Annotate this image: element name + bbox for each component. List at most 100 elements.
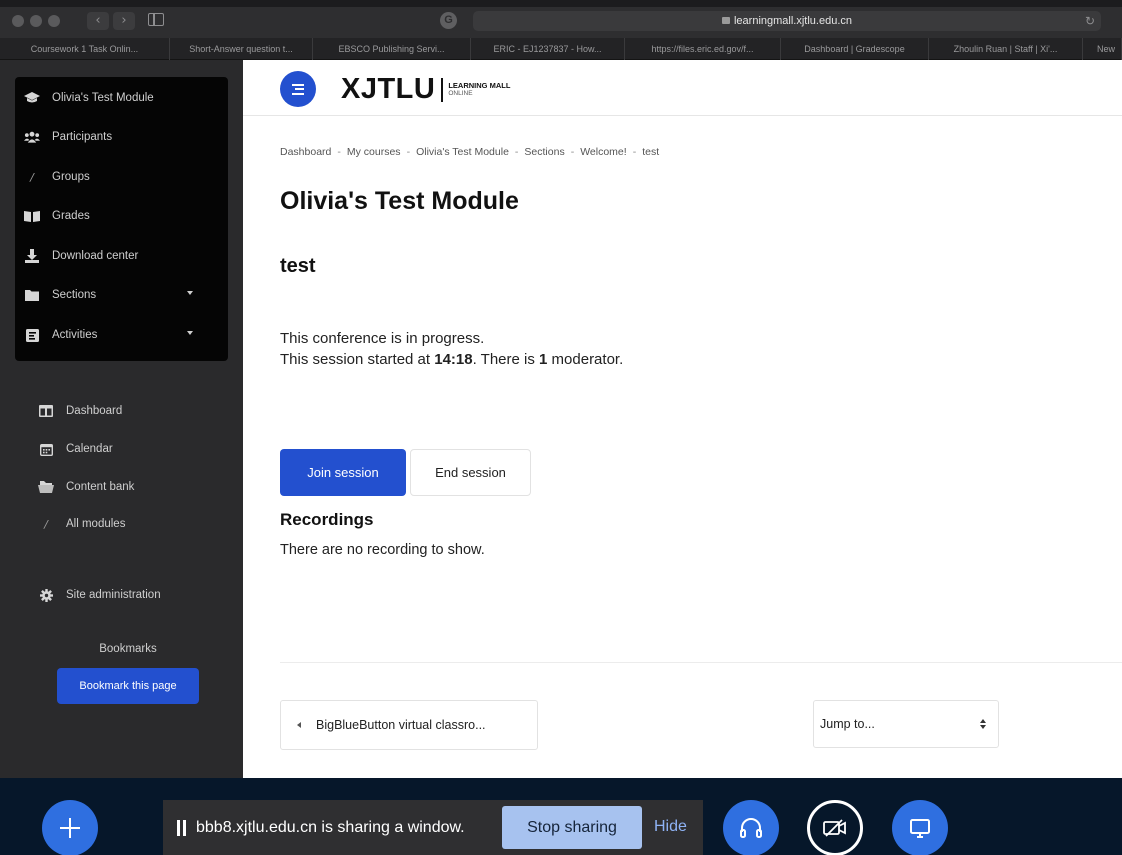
nav-item-course[interactable]: Olivia's Test Module — [24, 86, 154, 110]
grammarly-icon[interactable]: G — [440, 12, 457, 29]
chevron-down-icon — [187, 331, 193, 335]
address-bar[interactable]: learningmall.xjtlu.edu.cn ↻ — [473, 11, 1101, 31]
session-start-time: 14:18 — [434, 351, 473, 368]
activities-icon — [24, 327, 40, 343]
breadcrumb-item-welcome[interactable]: Welcome! — [580, 146, 627, 158]
page-title: Olivia's Test Module — [280, 187, 519, 215]
browser-tab[interactable]: Short-Answer question t... — [170, 38, 313, 60]
stop-sharing-button[interactable]: Stop sharing — [502, 806, 642, 849]
nav-item-all-modules[interactable]: / All modules — [38, 512, 125, 536]
bookmarks-heading: Bookmarks — [99, 643, 157, 655]
camera-off-icon — [823, 819, 846, 837]
sidebar-toggle-icon[interactable] — [148, 13, 164, 26]
breadcrumb-item-my-courses[interactable]: My courses — [347, 146, 401, 158]
webcam-toggle-button[interactable] — [807, 800, 863, 855]
status-text: This session started at — [280, 351, 435, 368]
breadcrumb-separator: - — [406, 146, 411, 158]
logo-text: XJTLU — [341, 73, 436, 105]
nav-item-activities[interactable]: Activities — [24, 323, 213, 347]
breadcrumb-separator: - — [514, 146, 519, 158]
breadcrumb-separator: - — [337, 146, 341, 158]
drawer-toggle-icon[interactable] — [280, 71, 316, 107]
nav-item-label: Dashboard — [66, 405, 123, 417]
end-session-button[interactable]: End session — [410, 449, 531, 496]
nav-item-content-bank[interactable]: Content bank — [38, 475, 134, 499]
forward-icon[interactable]: › — [113, 12, 135, 30]
grades-icon — [24, 208, 40, 224]
download-icon — [24, 248, 40, 264]
browser-tab[interactable]: EBSCO Publishing Servi... — [313, 38, 471, 60]
gear-icon — [38, 587, 54, 603]
breadcrumb-item-sections[interactable]: Sections — [524, 146, 564, 158]
maximize-window-icon[interactable] — [48, 15, 60, 27]
headphones-icon — [740, 818, 762, 838]
browser-tabbar: Coursework 1 Task Onlin... Short-Answer … — [0, 38, 1122, 60]
breadcrumb-item-course[interactable]: Olivia's Test Module — [416, 146, 509, 158]
nav-item-groups[interactable]: / Groups — [24, 165, 90, 189]
content-divider — [280, 662, 1122, 663]
audio-headphones-button[interactable] — [723, 800, 779, 855]
reload-icon[interactable]: ↻ — [1081, 11, 1099, 31]
group-icon: / — [30, 170, 34, 184]
chevron-down-icon — [187, 291, 193, 295]
breadcrumb-item-current[interactable]: test — [642, 146, 659, 158]
nav-item-label: Groups — [52, 171, 90, 183]
nav-item-site-administration[interactable]: Site administration — [38, 583, 161, 607]
previous-activity-label: BigBlueButton virtual classro... — [316, 718, 486, 732]
share-message: bbb8.xjtlu.edu.cn is sharing a window. — [196, 818, 465, 836]
browser-tab[interactable]: Coursework 1 Task Onlin... — [0, 38, 170, 60]
browser-tab[interactable]: New — [1083, 38, 1122, 60]
previous-activity-link[interactable]: BigBlueButton virtual classro... — [280, 700, 538, 750]
nav-item-sections[interactable]: Sections — [24, 283, 213, 307]
users-icon — [24, 129, 40, 145]
status-in-progress: This conference is in progress. — [280, 330, 485, 347]
bookmark-page-button[interactable]: Bookmark this page — [57, 668, 199, 704]
breadcrumb-separator: - — [632, 146, 637, 158]
nav-item-label: Content bank — [66, 481, 135, 493]
dashboard-icon — [38, 403, 54, 419]
conference-status: This conference is in progress. This ses… — [280, 328, 623, 370]
back-icon[interactable]: ‹ — [87, 12, 109, 30]
status-session-info: This session started at 14:18. There is … — [280, 349, 623, 370]
nav-item-participants[interactable]: Participants — [24, 125, 112, 149]
nav-item-download-center[interactable]: Download center — [24, 244, 138, 268]
nav-item-label: Sections — [52, 289, 97, 301]
join-session-button[interactable]: Join session — [280, 449, 406, 496]
nav-item-label: Download center — [52, 250, 139, 262]
lock-icon — [721, 17, 730, 24]
jump-to-label: Jump to... — [820, 717, 875, 731]
logo-subtitle-line2: ONLINE — [448, 89, 473, 97]
browser-tab[interactable]: https://files.eric.ed.gov/f... — [625, 38, 781, 60]
hide-banner-link[interactable]: Hide — [654, 818, 687, 836]
screen: ‹ › G learningmall.xjtlu.edu.cn ↻ Course… — [0, 0, 1122, 855]
nav-item-label: Calendar — [66, 443, 113, 455]
xjtlu-logo[interactable]: XJTLU LEARNING MALL ONLINE — [341, 73, 510, 106]
logo-divider — [441, 77, 444, 102]
minimize-window-icon[interactable] — [30, 15, 42, 27]
screen-share-banner: bbb8.xjtlu.edu.cn is sharing a window. S… — [163, 800, 703, 855]
browser-tab[interactable]: Dashboard | Gradescope — [781, 38, 929, 60]
select-updown-icon — [980, 719, 986, 730]
browser-tab[interactable]: ERIC - EJ1237837 - How... — [471, 38, 625, 60]
recordings-heading: Recordings — [280, 510, 374, 529]
site-header: XJTLU LEARNING MALL ONLINE — [243, 60, 1122, 116]
screen-share-button[interactable] — [892, 800, 948, 855]
url-text: learningmall.xjtlu.edu.cn — [733, 15, 852, 27]
activity-title: test — [280, 255, 316, 277]
bbb-action-bar: bbb8.xjtlu.edu.cn is sharing a window. S… — [0, 778, 1122, 855]
nav-item-grades[interactable]: Grades — [24, 204, 90, 228]
browser-tab[interactable]: Zhoulin Ruan | Staff | Xi'... — [929, 38, 1083, 60]
logo-subtitle-line1: LEARNING MALL — [448, 80, 511, 90]
breadcrumb-item-dashboard[interactable]: Dashboard — [280, 146, 331, 158]
actions-plus-button[interactable] — [42, 800, 98, 855]
jump-to-select[interactable]: Jump to... — [813, 700, 999, 748]
nav-item-calendar[interactable]: Calendar — [38, 437, 113, 461]
browser-titlebar: ‹ › G learningmall.xjtlu.edu.cn ↻ — [0, 0, 1122, 38]
close-window-icon[interactable] — [12, 15, 24, 27]
logo-subtitle: LEARNING MALL ONLINE — [448, 80, 511, 98]
graduation-cap-icon — [24, 90, 40, 106]
nav-item-dashboard[interactable]: Dashboard — [38, 399, 122, 423]
nav-item-label: All modules — [66, 518, 126, 530]
nav-drawer: Olivia's Test Module Participants / Grou… — [0, 60, 243, 778]
desktop-icon — [910, 819, 930, 838]
